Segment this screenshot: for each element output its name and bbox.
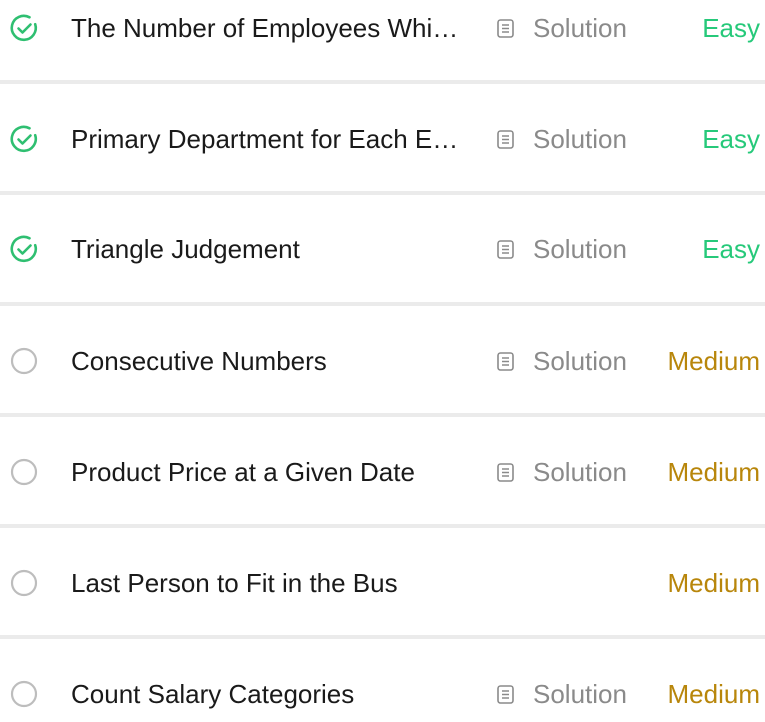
row-divider [0,80,765,84]
empty-circle-icon [9,568,39,598]
problem-row[interactable]: Last Person to Fit in the Bus Medium [0,555,765,611]
solution-link[interactable]: Solution [497,123,627,155]
document-icon [497,239,514,259]
solution-label: Solution [533,234,627,264]
difficulty-badge: Medium [667,568,760,598]
difficulty-badge: Medium [667,679,760,709]
solution-link[interactable]: Solution [497,678,627,710]
document-icon [497,129,514,149]
document-icon [497,18,514,38]
problem-title-link[interactable]: Last Person to Fit in the Bus [71,567,496,599]
solution-link[interactable]: Solution [497,233,627,265]
problem-title-link[interactable]: Product Price at a Given Date [71,456,496,488]
document-icon [497,684,514,704]
solution-label: Solution [533,346,627,376]
problem-list: The Number of Employees Whi… Solution Ea… [0,0,765,710]
row-divider [0,524,765,528]
check-circle-icon [9,124,39,154]
problem-title-link[interactable]: Consecutive Numbers [71,345,496,377]
problem-row[interactable]: Triangle Judgement Solution Easy [0,221,765,277]
solution-link[interactable]: Solution [497,12,627,44]
row-divider [0,302,765,306]
empty-circle-icon [9,346,39,376]
check-circle-icon [9,234,39,264]
problem-row[interactable]: The Number of Employees Whi… Solution Ea… [0,0,765,56]
row-divider [0,413,765,417]
empty-circle-icon [9,679,39,709]
row-divider [0,191,765,195]
solution-label: Solution [533,13,627,43]
solution-label: Solution [533,679,627,709]
problem-row[interactable]: Consecutive Numbers Solution Medium [0,333,765,389]
problem-title-link[interactable]: The Number of Employees Whi… [71,12,509,44]
difficulty-badge: Medium [667,346,760,376]
difficulty-badge: Medium [667,457,760,487]
difficulty-badge: Easy [702,124,760,154]
document-icon [497,351,514,371]
document-icon [497,462,514,482]
difficulty-badge: Easy [702,234,760,264]
check-circle-icon [9,13,39,43]
problem-title-link[interactable]: Count Salary Categories [71,678,496,710]
problem-title-link[interactable]: Triangle Judgement [71,233,496,265]
solution-link[interactable]: Solution [497,345,627,377]
solution-link[interactable]: Solution [497,456,627,488]
solution-label: Solution [533,124,627,154]
problem-row[interactable]: Product Price at a Given Date Solution M… [0,444,765,500]
problem-row[interactable]: Primary Department for Each E… Solution … [0,111,765,167]
difficulty-badge: Easy [702,13,760,43]
problem-row[interactable]: Count Salary Categories Solution Medium [0,666,765,722]
problem-title-link[interactable]: Primary Department for Each E… [71,123,509,155]
row-divider [0,635,765,639]
solution-label: Solution [533,457,627,487]
empty-circle-icon [9,457,39,487]
